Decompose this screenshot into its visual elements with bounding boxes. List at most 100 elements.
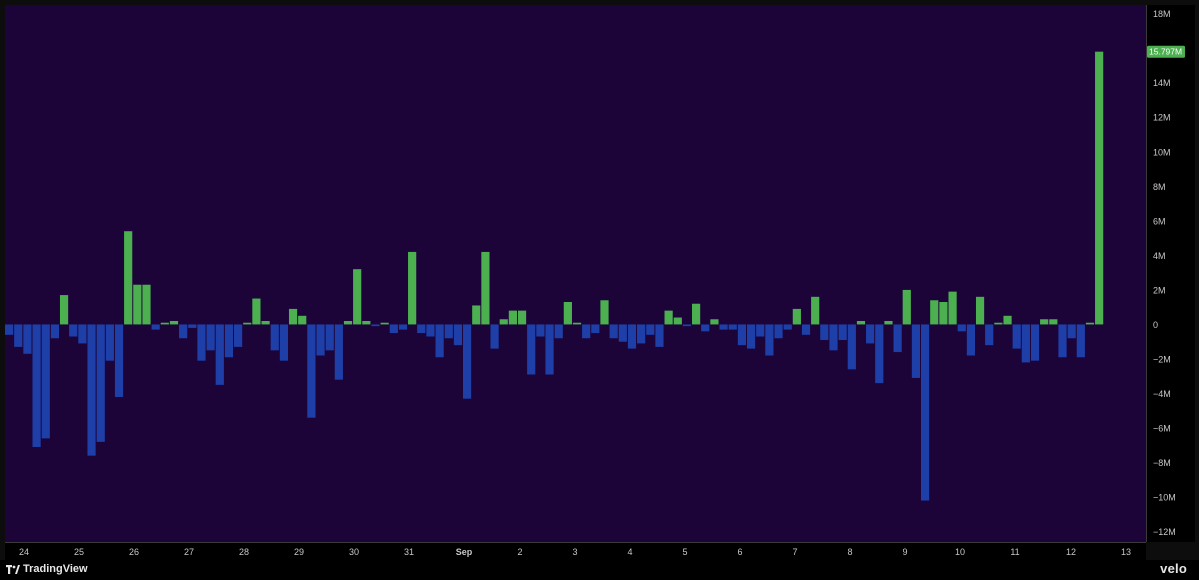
negative-bar xyxy=(774,324,783,339)
negative-bar xyxy=(234,324,243,347)
negative-bar xyxy=(847,324,856,370)
negative-bar xyxy=(197,324,206,361)
negative-bar xyxy=(582,324,591,339)
x-tick-label: 30 xyxy=(349,547,359,557)
positive-bar xyxy=(856,320,866,325)
negative-bar xyxy=(591,324,600,334)
y-tick-label: 10M xyxy=(1153,147,1171,157)
negative-bar xyxy=(87,324,96,456)
positive-bar xyxy=(288,308,298,325)
positive-bar xyxy=(353,269,362,325)
x-tick-label: 29 xyxy=(294,547,304,557)
y-tick-label: −8M xyxy=(1153,458,1171,468)
negative-bar xyxy=(527,324,536,375)
negative-bar xyxy=(801,324,811,335)
x-tick-label: 11 xyxy=(1010,547,1019,557)
price-scale[interactable]: 18M 14M 12M 10M 8M 6M 4M 2M 0 −2M −4M −6M −8M −10M −12… xyxy=(1146,5,1195,542)
velo-logo: velo xyxy=(1160,561,1187,576)
negative-bar xyxy=(32,324,41,448)
negative-bar xyxy=(444,324,453,339)
negative-bar xyxy=(398,324,408,330)
positive-bar xyxy=(261,320,270,325)
plot-area[interactable] xyxy=(5,5,1146,542)
negative-bar xyxy=(270,324,279,351)
x-tick-label: 13 xyxy=(1121,547,1131,557)
last-value-label: 15.797M xyxy=(1149,47,1182,57)
negative-bar xyxy=(334,324,343,380)
negative-bar xyxy=(1012,324,1021,349)
negative-bar xyxy=(875,324,884,384)
y-tick-label: −4M xyxy=(1153,389,1171,399)
negative-bar xyxy=(371,324,380,327)
x-tick-label: 6 xyxy=(737,547,742,557)
negative-bar xyxy=(1021,324,1030,363)
x-tick-label: 7 xyxy=(792,547,797,557)
x-axis-labels: 24 25 26 27 28 29 30 31 Sep 2 3 4 5 6 7 8 9 10 11 12 13 xyxy=(19,547,1131,557)
negative-bar xyxy=(188,324,197,328)
negative-bar xyxy=(1076,324,1085,358)
y-tick-label: 6M xyxy=(1153,216,1166,226)
positive-bar xyxy=(169,320,179,325)
positive-bar xyxy=(792,308,801,325)
positive-bar xyxy=(673,317,682,325)
positive-bar xyxy=(572,322,582,325)
positive-bar xyxy=(298,315,307,325)
x-tick-label: 4 xyxy=(627,547,632,557)
x-tick-label: 28 xyxy=(239,547,249,557)
x-tick-label: 12 xyxy=(1066,547,1076,557)
negative-bar xyxy=(179,324,188,339)
positive-bar xyxy=(124,231,133,325)
negative-bar xyxy=(627,324,637,349)
y-tick-label: 14M xyxy=(1153,78,1171,88)
tradingview-logo[interactable]: TradingView xyxy=(6,563,88,575)
time-scale[interactable]: 24 25 26 27 28 29 30 31 Sep 2 3 4 5 6 7 8 9 10 11 12 13 xyxy=(5,542,1146,561)
y-tick-label: 18M xyxy=(1153,9,1171,19)
positive-bar xyxy=(902,289,911,325)
tradingview-icon xyxy=(6,564,20,574)
positive-bar xyxy=(362,320,371,325)
positive-bar xyxy=(811,296,820,325)
y-tick-label: −2M xyxy=(1153,355,1171,365)
positive-bar xyxy=(1003,315,1012,325)
negative-bar xyxy=(14,324,23,347)
negative-bar xyxy=(96,324,105,442)
y-tick-label: 8M xyxy=(1153,182,1166,192)
negative-bar xyxy=(609,324,618,339)
negative-bar xyxy=(820,324,829,340)
positive-bar xyxy=(517,310,527,325)
y-tick-label: 12M xyxy=(1153,113,1171,123)
x-tick-label: 25 xyxy=(74,547,84,557)
negative-bar xyxy=(655,324,664,347)
negative-bar xyxy=(746,324,756,349)
x-tick-label: 24 xyxy=(19,547,29,557)
negative-bar xyxy=(829,324,838,351)
positive-bar xyxy=(343,320,353,325)
negative-bar xyxy=(435,324,444,358)
positive-bar xyxy=(142,284,151,325)
positive-bar xyxy=(481,251,490,325)
negative-bar xyxy=(41,324,50,439)
positive-bar xyxy=(948,291,957,325)
negative-bar xyxy=(105,324,114,361)
positive-bar xyxy=(408,251,417,325)
negative-bar xyxy=(78,324,87,344)
positive-bar xyxy=(252,298,261,325)
negative-bar xyxy=(957,324,966,332)
y-tick-label: −12M xyxy=(1153,527,1176,537)
positive-bar xyxy=(600,300,609,325)
negative-bar xyxy=(728,324,737,330)
positive-bar xyxy=(499,319,508,325)
y-tick-label: 4M xyxy=(1153,251,1166,261)
negative-bar xyxy=(701,324,710,332)
negative-bar xyxy=(417,324,426,334)
x-tick-label: 27 xyxy=(184,547,194,557)
negative-bar xyxy=(783,324,792,330)
negative-bar xyxy=(618,324,627,342)
positive-bar xyxy=(692,303,701,325)
negative-bar xyxy=(23,324,32,354)
negative-bar xyxy=(893,324,902,353)
negative-bar xyxy=(5,324,14,335)
negative-bar xyxy=(1030,324,1040,361)
y-tick-label: 2M xyxy=(1153,285,1166,295)
positive-bar xyxy=(1049,319,1058,325)
